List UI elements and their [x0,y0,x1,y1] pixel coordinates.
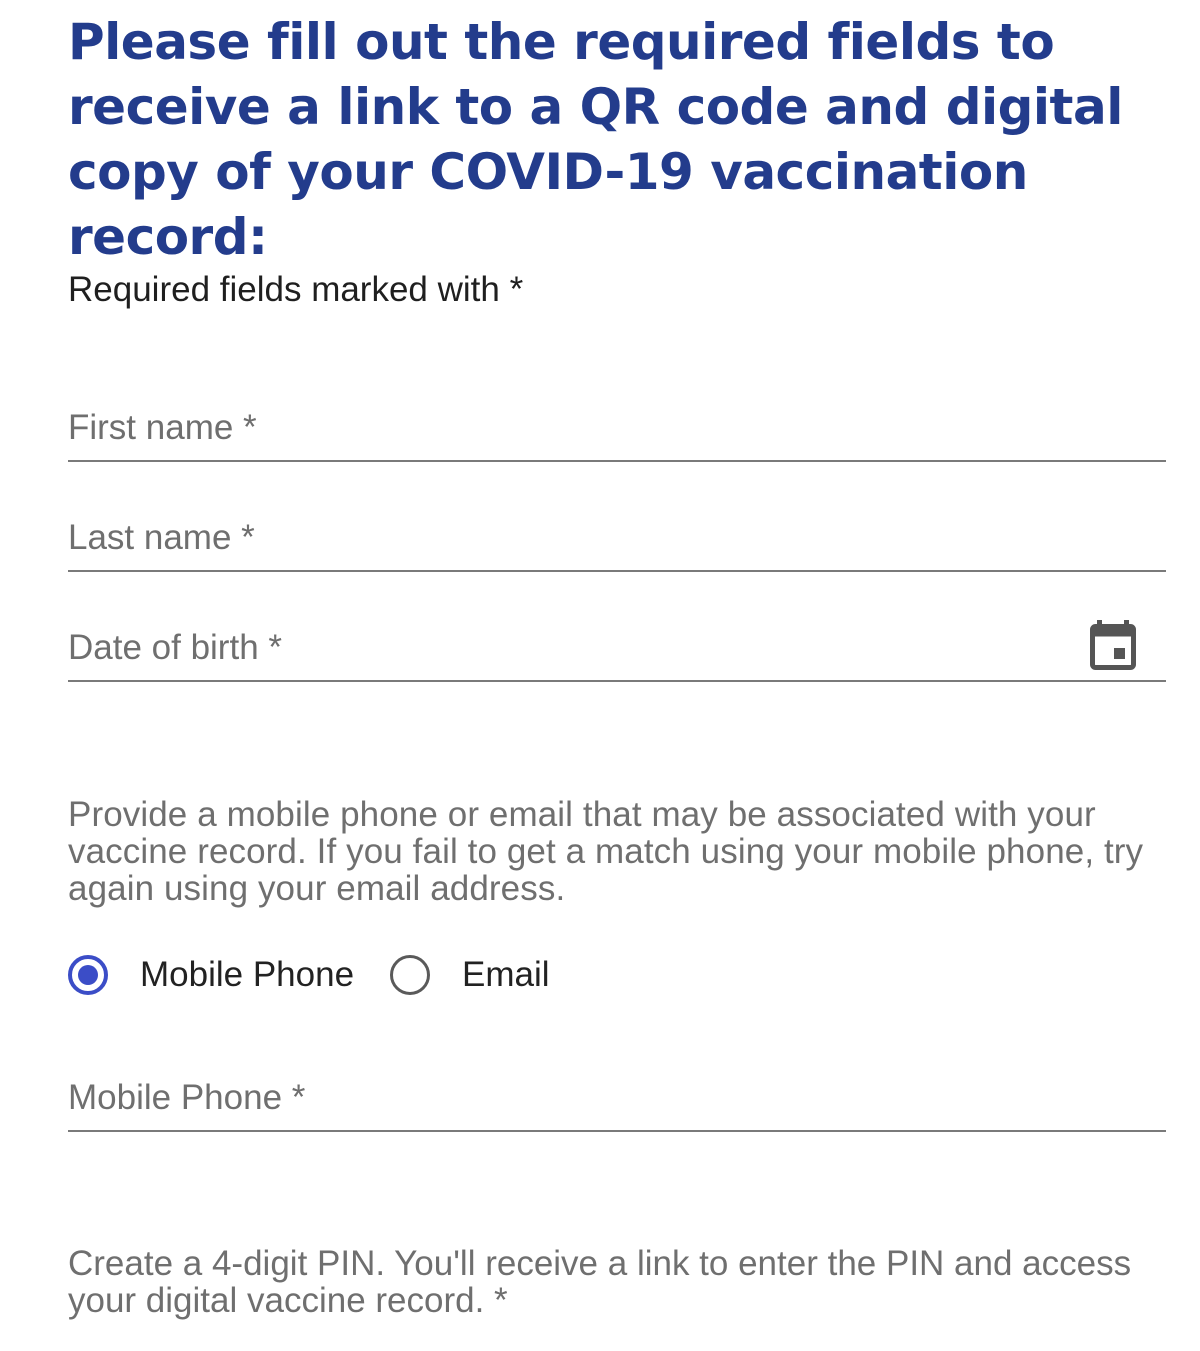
required-fields-note: Required fields marked with * [68,270,524,309]
contact-method-radio-group: Mobile Phone Email [68,950,550,1000]
last-name-label: Last name * [68,518,255,557]
radio-label-mobile-phone[interactable]: Mobile Phone [140,953,354,997]
mobile-phone-label: Mobile Phone * [68,1078,306,1117]
first-name-field[interactable]: First name * [68,400,1166,462]
pin-instructions: Create a 4-digit PIN. You'll receive a l… [68,1244,1132,1320]
contact-instructions: Provide a mobile phone or email that may… [68,795,1144,908]
radio-option-mobile-phone[interactable]: Mobile Phone [68,953,354,997]
date-of-birth-field[interactable]: Date of birth * [68,620,1166,682]
radio-button-email[interactable] [390,955,431,995]
last-name-field[interactable]: Last name * [68,510,1166,572]
radio-selected-dot [78,965,98,985]
date-of-birth-label: Date of birth * [68,628,282,667]
first-name-label: First name * [68,408,257,447]
radio-option-email[interactable]: Email [390,953,550,997]
radio-label-email[interactable]: Email [462,953,550,997]
calendar-icon[interactable] [1090,620,1136,670]
mobile-phone-field[interactable]: Mobile Phone * [68,1070,1166,1132]
form-heading: Please fill out the required fields to r… [68,13,1123,266]
radio-button-mobile-phone[interactable] [68,955,108,995]
